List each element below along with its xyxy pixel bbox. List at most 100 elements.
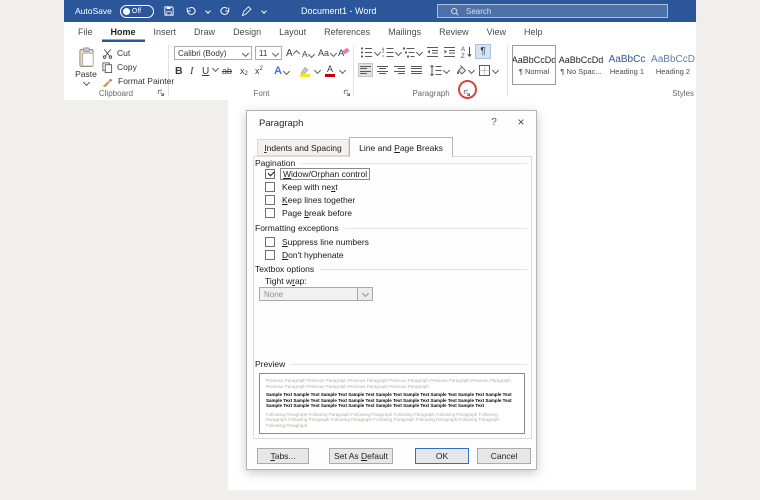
checkbox[interactable] [265,182,275,192]
stylus-icon[interactable] [240,4,254,18]
document-title: Document1 - Word [301,0,376,22]
highlight-button[interactable] [299,63,310,79]
tab-line-and-page-breaks[interactable]: Line and Page Breaks [349,137,453,157]
search-placeholder: Search [466,7,491,16]
tab-mailings[interactable]: Mailings [379,22,430,42]
text-effects-button[interactable]: A [274,63,289,79]
style-sample: AaBbCcDd [512,55,556,65]
tab-view[interactable]: View [478,22,515,42]
paste-dropdown-icon[interactable] [82,79,89,86]
shading-button[interactable] [454,64,474,77]
paste-icon [78,47,95,68]
bullets-icon [360,46,373,59]
format-painter-button[interactable]: Format Painter [102,75,174,87]
option-keep-with-next[interactable]: Keep with next [265,181,340,192]
tab-indents-and-spacing[interactable]: Indents and Spacing [257,139,349,156]
tab-layout[interactable]: Layout [270,22,315,42]
copy-label: Copy [117,62,137,72]
cancel-button[interactable]: Cancel [477,448,531,464]
tab-insert[interactable]: Insert [145,22,186,42]
svg-text:Z: Z [461,54,465,59]
font-name-combobox[interactable]: Calibri (Body) [174,46,252,60]
checkbox[interactable] [265,237,275,247]
grow-font-button[interactable]: A [286,46,299,60]
checkbox[interactable] [265,250,275,260]
help-button[interactable]: ? [487,117,501,131]
sort-button[interactable]: AZ [460,45,473,59]
option-page-break-before[interactable]: Page break before [265,207,354,218]
multilevel-dropdown-icon [416,49,423,56]
tight-wrap-label: Tight wrap: [265,276,307,286]
font-color-dropdown[interactable] [338,68,345,73]
style-name: ¶ No Spac... [560,67,601,76]
highlight-dropdown[interactable] [313,68,320,73]
line-spacing-button[interactable] [429,64,449,77]
paragraph-dialog: Paragraph ? × Indents and Spacing Line a… [246,110,537,470]
autosave-toggle[interactable]: Off [120,5,154,18]
copy-button[interactable]: Copy [102,61,137,73]
checkbox-label: Don't hyphenate [280,250,346,260]
shrink-font-button[interactable]: A [302,47,314,61]
style-no-spacing[interactable]: AaBbCcDd ¶ No Spac... [559,45,603,85]
multilevel-list-button[interactable] [402,46,422,59]
style-heading-2[interactable]: AaBbCcD Heading 2 [651,45,695,85]
change-case-button[interactable]: Aa [318,46,336,60]
checkbox[interactable] [265,169,275,179]
checkbox[interactable] [265,195,275,205]
tight-wrap-select[interactable]: None [259,287,373,301]
multilevel-list-icon [402,46,415,59]
clear-formatting-button[interactable]: A [338,46,349,60]
strikethrough-button[interactable]: ab [222,63,232,79]
qat-customize-icon[interactable] [261,8,267,14]
decrease-indent-button[interactable] [426,46,439,59]
justify-button[interactable] [409,63,424,77]
option-keep-lines-together[interactable]: Keep lines together [265,194,357,205]
option-widow-orphan-control[interactable]: Widow/Orphan control [265,168,370,179]
option-dont-hyphenate[interactable]: Don't hyphenate [265,249,346,260]
checkbox[interactable] [265,208,275,218]
subscript-button[interactable]: x2 [240,63,248,79]
tab-draw[interactable]: Draw [185,22,224,42]
tab-home[interactable]: Home [102,22,145,42]
font-size-combobox[interactable]: 11 [255,46,282,60]
ok-button[interactable]: OK [415,448,469,464]
align-center-button[interactable] [375,63,390,77]
show-formatting-marks-button[interactable]: ¶ [475,44,491,59]
close-icon[interactable]: × [513,115,529,131]
underline-dropdown[interactable] [211,66,218,71]
paste-button[interactable]: Paste [72,45,100,87]
borders-button[interactable] [478,64,498,77]
underline-button[interactable]: U [202,63,209,79]
italic-button[interactable]: I [190,63,194,79]
undo-icon[interactable] [184,4,198,18]
cut-button[interactable]: Cut [102,47,130,59]
tab-file[interactable]: File [69,22,102,42]
set-as-default-button[interactable]: Set As Default [329,448,393,464]
clipboard-dialog-launcher[interactable] [156,88,166,98]
increase-indent-button[interactable] [443,46,456,59]
align-right-button[interactable] [392,63,407,77]
save-icon[interactable] [162,4,176,18]
group-separator [507,45,508,96]
superscript-button[interactable]: x2 [255,63,263,79]
font-dialog-launcher[interactable] [342,88,352,98]
font-group-label: Font [170,89,353,98]
bullets-button[interactable] [360,46,380,59]
numbering-icon [381,46,394,59]
search-input[interactable]: Search [437,4,668,18]
numbering-button[interactable] [381,46,401,59]
tab-review[interactable]: Review [430,22,478,42]
tabs-button[interactable]: Tabs... [257,448,309,464]
undo-dropdown-icon[interactable] [205,8,211,14]
redo-icon[interactable] [218,4,232,18]
bold-button[interactable]: B [175,63,183,79]
tab-references[interactable]: References [315,22,379,42]
align-left-button[interactable] [358,63,373,77]
font-color-button[interactable]: A [325,63,335,79]
option-suppress-line-numbers[interactable]: Suppress line numbers [265,236,371,247]
tab-help[interactable]: Help [515,22,552,42]
style-heading-1[interactable]: AaBbCc Heading 1 [605,45,649,85]
tab-design[interactable]: Design [224,22,270,42]
dropdown-button[interactable] [357,288,372,300]
style-normal[interactable]: AaBbCcDd ¶ Normal [512,45,556,85]
